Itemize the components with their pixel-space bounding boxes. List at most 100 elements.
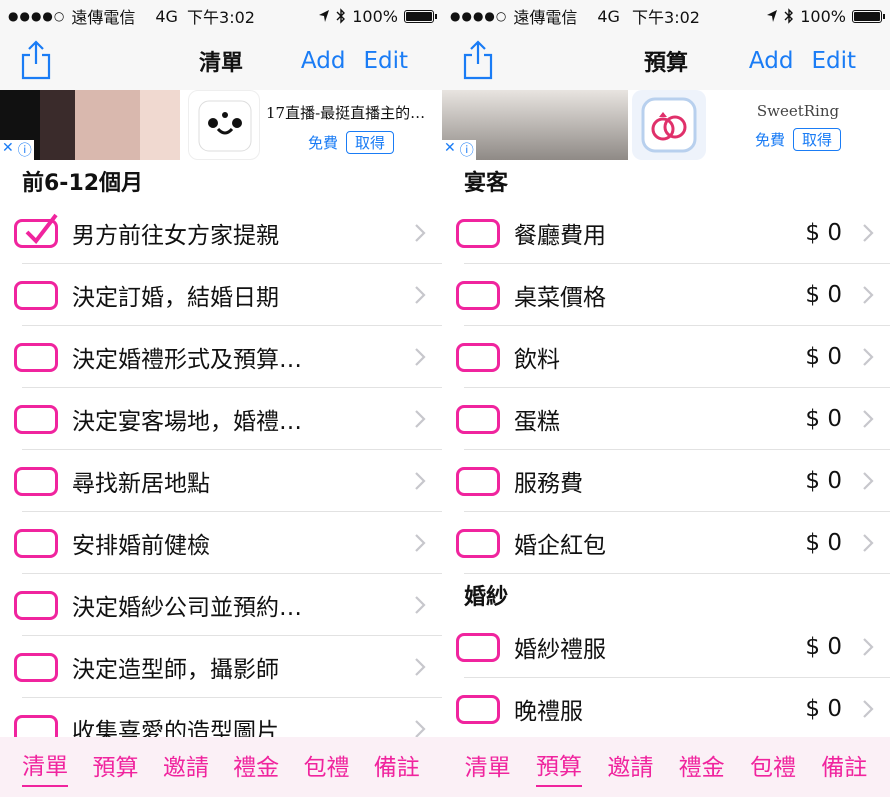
checkbox[interactable] (14, 528, 58, 558)
checklist-row[interactable]: 收集喜愛的造型圖片 (0, 698, 442, 737)
carrier-label: 遠傳電信 (71, 8, 136, 27)
checklist-item-label: 收集喜愛的造型圖片 (72, 719, 279, 737)
checkbox[interactable] (456, 218, 500, 248)
checklist-row[interactable]: 安排婚前健檢 (0, 512, 442, 574)
share-icon[interactable] (462, 40, 494, 80)
tab-3[interactable]: 禮金 (679, 748, 725, 786)
checklist-row[interactable]: 決定婚禮形式及預算… (0, 326, 442, 388)
checkbox[interactable] (456, 280, 500, 310)
tab-5[interactable]: 備註 (821, 748, 867, 786)
checkbox[interactable] (14, 280, 58, 310)
tab-2[interactable]: 邀請 (163, 748, 209, 786)
ad-close-icon[interactable]: ✕ (2, 140, 14, 160)
checklist-row[interactable]: 男方前往女方家提親 (0, 202, 442, 264)
checkbox[interactable] (456, 404, 500, 434)
chevron-right-icon (415, 534, 426, 552)
checkbox[interactable] (14, 404, 58, 434)
battery-icon (404, 9, 437, 23)
battery-icon (852, 9, 885, 23)
budget-amount: $ 0 (805, 696, 842, 722)
checkbox[interactable] (14, 590, 58, 620)
checkbox[interactable] (456, 342, 500, 372)
ad-close-icon[interactable]: ✕ (444, 140, 456, 160)
budget-row[interactable]: 桌菜價格 $ 0 (442, 264, 890, 326)
checklist-screen: ●●●●○ 遠傳電信 4G 下午3:02 100% 清單 Add Edit 17… (0, 0, 442, 797)
checklist-item-label: 決定宴客場地，婚禮… (72, 409, 302, 435)
budget-amount: $ 0 (805, 282, 842, 308)
tab-0[interactable]: 清單 (465, 748, 511, 786)
battery-percent: 100% (352, 6, 398, 26)
chevron-right-icon (863, 700, 874, 718)
chevron-right-icon (863, 534, 874, 552)
budget-amount: $ 0 (805, 344, 842, 370)
chevron-right-icon (415, 720, 426, 737)
add-button[interactable]: Add (301, 48, 346, 74)
checklist-row[interactable]: 決定婚紗公司並預約… (0, 574, 442, 636)
network-label: 4G (155, 6, 178, 26)
section-header: 婚紗 (464, 585, 509, 610)
checkbox[interactable] (456, 632, 500, 662)
checkbox[interactable] (14, 342, 58, 372)
budget-row[interactable]: 婚企紅包 $ 0 (442, 512, 890, 574)
tab-1[interactable]: 預算 (92, 748, 138, 786)
chevron-right-icon (863, 410, 874, 428)
chevron-right-icon (863, 638, 874, 656)
chevron-right-icon (415, 348, 426, 366)
chevron-right-icon (863, 348, 874, 366)
edit-button[interactable]: Edit (811, 48, 856, 74)
add-button[interactable]: Add (749, 48, 794, 74)
clock: 下午3:02 (187, 8, 255, 27)
battery-percent: 100% (800, 6, 846, 26)
budget-row[interactable]: 蛋糕 $ 0 (442, 388, 890, 450)
budget-amount: $ 0 (805, 530, 842, 556)
budget-row[interactable]: 晚禮服 $ 0 (442, 678, 890, 737)
signal-strength: ●●●●○ (8, 9, 66, 23)
tab-4[interactable]: 包禮 (303, 748, 349, 786)
ring-icon (641, 97, 697, 153)
checklist-row[interactable]: 決定宴客場地，婚禮… (0, 388, 442, 450)
tab-2[interactable]: 邀請 (607, 748, 653, 786)
ad-banner[interactable]: SweetRing 免費 取得 ✕ ⓘ (442, 90, 890, 160)
checkbox-checked[interactable] (14, 213, 58, 248)
ad-get-button[interactable]: 取得 (346, 131, 395, 154)
tab-0[interactable]: 清單 (22, 747, 69, 787)
edit-button[interactable]: Edit (363, 48, 408, 74)
chevron-right-icon (415, 658, 426, 676)
section-header: 前6-12個月 (22, 171, 144, 196)
ad-get-button[interactable]: 取得 (793, 128, 842, 151)
budget-screen: ●●●●○ 遠傳電信 4G 下午3:02 100% 預算 Add Edit Sw… (442, 0, 890, 797)
checkbox[interactable] (456, 694, 500, 724)
ad-info-icon[interactable]: ⓘ (18, 140, 32, 160)
budget-row[interactable]: 婚紗禮服 $ 0 (442, 616, 890, 678)
share-icon[interactable] (20, 40, 52, 80)
checklist-item-label: 決定訂婚，結婚日期 (72, 285, 279, 311)
ad-app-logo (188, 90, 260, 160)
checkbox[interactable] (14, 714, 58, 737)
navigation-bar: 預算 Add Edit (442, 32, 890, 90)
checklist-row[interactable]: 決定訂婚，結婚日期 (0, 264, 442, 326)
tab-5[interactable]: 備註 (374, 748, 420, 786)
ad-banner[interactable]: 17直播-最挺直播主的… 免費 取得 ✕ ⓘ (0, 90, 442, 160)
tab-1[interactable]: 預算 (535, 747, 582, 787)
tab-4[interactable]: 包禮 (750, 748, 796, 786)
checklist-row[interactable]: 決定造型師，攝影師 (0, 636, 442, 698)
checkbox[interactable] (456, 528, 500, 558)
tab-3[interactable]: 禮金 (233, 748, 279, 786)
ad-title: SweetRing (756, 102, 840, 120)
checkbox[interactable] (14, 652, 58, 682)
battery-level-fill (406, 11, 432, 21)
budget-row[interactable]: 飲料 $ 0 (442, 326, 890, 388)
budget-list: 宴客 餐廳費用 $ 0 桌菜價格 $ 0 飲料 $ 0 蛋糕 $ 0 服務費 $ 0 婚企紅包 $ 0婚… (442, 160, 890, 737)
budget-row[interactable]: 餐廳費用 $ 0 (442, 202, 890, 264)
budget-row[interactable]: 服務費 $ 0 (442, 450, 890, 512)
ad-title: 17直播-最挺直播主的… (266, 104, 426, 122)
checklist-row[interactable]: 尋找新居地點 (0, 450, 442, 512)
budget-item-label: 餐廳費用 (514, 223, 606, 249)
ad-info-icon[interactable]: ⓘ (460, 140, 474, 160)
checklist-item-label: 安排婚前健檢 (72, 533, 210, 559)
checkbox[interactable] (456, 466, 500, 496)
checklist-item-label: 男方前往女方家提親 (72, 223, 279, 249)
checkbox[interactable] (14, 466, 58, 496)
chevron-right-icon (415, 224, 426, 242)
checklist-item-label: 決定婚禮形式及預算… (72, 347, 302, 373)
